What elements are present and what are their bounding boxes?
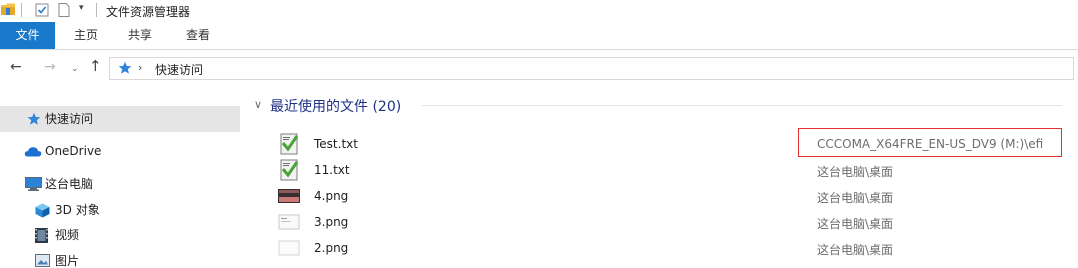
file-location: 这台电脑\桌面 <box>817 217 894 231</box>
breadcrumb-quick-access[interactable]: 快速访问 <box>155 61 203 78</box>
quick-access-star-icon <box>118 61 132 74</box>
image-file-icon <box>278 240 300 256</box>
group-title: 最近使用的文件 (20) <box>270 99 402 115</box>
file-name: 4.png <box>314 189 349 203</box>
this-pc-icon <box>25 177 42 191</box>
onedrive-cloud-icon <box>24 147 42 157</box>
text-file-icon <box>280 133 299 155</box>
content-pane: ∨ 最近使用的文件 (20) Test.txt CCCOMA_X64FRE_EN… <box>244 84 1078 268</box>
window-title: 文件资源管理器 <box>106 5 191 19</box>
file-row[interactable]: 3.png 这台电脑\桌面 <box>274 209 1074 235</box>
back-arrow-icon[interactable]: ← <box>10 60 22 74</box>
address-bar[interactable]: › 快速访问 <box>109 57 1074 80</box>
file-location: 这台电脑\桌面 <box>817 191 894 205</box>
customize-dropdown-icon[interactable]: ▾ <box>79 3 89 13</box>
tab-view[interactable]: 查看 <box>176 22 220 49</box>
quick-access-star-icon <box>27 112 41 125</box>
sidebar-item-label: 图片 <box>55 254 80 268</box>
videos-icon <box>35 228 48 243</box>
tab-file[interactable]: 文件 <box>0 22 55 49</box>
up-arrow-icon[interactable]: ↑ <box>89 59 102 74</box>
sidebar-item-onedrive[interactable]: OneDrive <box>0 138 240 164</box>
sidebar-item-label: OneDrive <box>45 144 102 158</box>
folder-icon <box>1 3 15 15</box>
image-file-icon <box>278 189 300 203</box>
sidebar-item-quick-access[interactable]: 快速访问 <box>0 106 240 132</box>
sidebar-item-label: 快速访问 <box>45 112 94 126</box>
file-location: 这台电脑\桌面 <box>817 165 894 179</box>
sidebar-item-label: 视频 <box>55 228 80 242</box>
toolbar-separator <box>96 3 97 17</box>
file-row[interactable]: 2.png 这台电脑\桌面 <box>274 235 1074 261</box>
file-row[interactable]: 4.png 这台电脑\桌面 <box>274 183 1074 209</box>
file-row[interactable]: 11.txt 这台电脑\桌面 <box>274 157 1074 183</box>
new-folder-icon[interactable] <box>58 3 70 17</box>
sidebar-item-label: 这台电脑 <box>45 177 94 191</box>
sidebar-item-this-pc[interactable]: 这台电脑 <box>0 171 240 197</box>
breadcrumb-chevron-icon[interactable]: › <box>138 61 142 74</box>
file-location: 这台电脑\桌面 <box>817 243 894 257</box>
title-bar: ▾ 文件资源管理器 <box>0 0 1078 22</box>
ribbon-tabs: 文件 主页 共享 查看 <box>0 22 1078 50</box>
tab-home[interactable]: 主页 <box>64 22 108 49</box>
file-name: 2.png <box>314 241 349 255</box>
sidebar-item-label: 3D 对象 <box>55 203 100 217</box>
group-divider <box>422 105 1062 106</box>
image-file-icon <box>278 214 300 230</box>
navigation-pane: 快速访问 OneDrive 这台电脑 3D 对象 视频 图片 <box>0 84 240 268</box>
forward-arrow-icon[interactable]: → <box>44 60 56 74</box>
sidebar-item-pictures[interactable]: 图片 <box>0 248 240 268</box>
tab-share[interactable]: 共享 <box>118 22 162 49</box>
sidebar-item-3d-objects[interactable]: 3D 对象 <box>0 197 240 223</box>
3d-objects-icon <box>35 203 50 218</box>
file-name: 3.png <box>314 215 349 229</box>
text-file-icon <box>280 159 299 181</box>
toolbar-separator <box>21 3 22 17</box>
file-name: Test.txt <box>314 137 358 151</box>
recent-locations-chevron-icon[interactable]: ⌄ <box>71 62 79 76</box>
file-name: 11.txt <box>314 163 350 177</box>
properties-check-icon[interactable] <box>35 3 49 17</box>
sidebar-item-videos[interactable]: 视频 <box>0 222 240 248</box>
collapse-chevron-icon[interactable]: ∨ <box>254 98 262 111</box>
pictures-icon <box>35 254 50 267</box>
highlight-box <box>798 128 1062 157</box>
navigation-bar: ← → ⌄ ↑ › 快速访问 <box>0 51 1078 84</box>
